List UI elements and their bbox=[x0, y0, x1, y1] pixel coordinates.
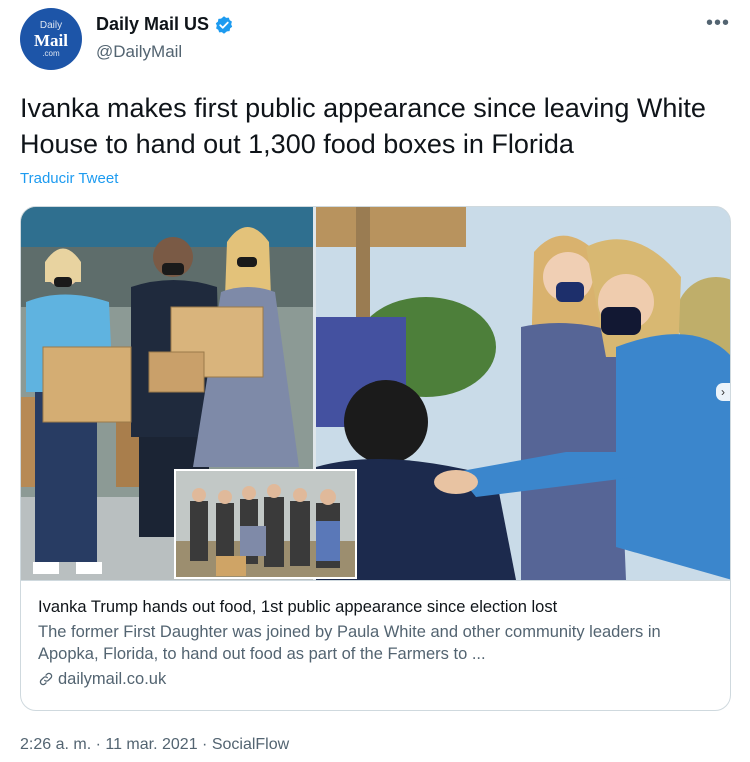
card-domain: dailymail.co.uk bbox=[58, 670, 167, 688]
more-options-icon[interactable]: ••• bbox=[706, 12, 730, 35]
verified-badge-icon bbox=[215, 15, 233, 34]
meta-separator-1: · bbox=[91, 736, 106, 753]
handle[interactable]: @DailyMail bbox=[96, 42, 182, 62]
volunteers-photo bbox=[316, 207, 730, 580]
card-title: Ivanka Trump hands out food, 1st public … bbox=[38, 598, 558, 616]
tweet: Daily Mail .com Daily Mail US @DailyMail… bbox=[0, 0, 750, 762]
link-card[interactable]: › Ivanka Trump hands out food, 1st publi… bbox=[20, 206, 731, 711]
avatar-line-2: Mail bbox=[34, 30, 68, 50]
tweet-meta: 2:26 a. m. · 11 mar. 2021 · SocialFlow bbox=[20, 736, 289, 754]
translate-tweet-link[interactable]: Traducir Tweet bbox=[20, 170, 118, 187]
link-icon bbox=[39, 672, 53, 686]
tweet-source[interactable]: SocialFlow bbox=[212, 736, 289, 753]
avatar[interactable]: Daily Mail .com bbox=[20, 8, 82, 70]
card-domain-row: dailymail.co.uk bbox=[38, 668, 715, 690]
meta-separator-2: · bbox=[197, 736, 212, 753]
chevron-right-icon[interactable]: › bbox=[716, 383, 730, 401]
name-row: Daily Mail US bbox=[96, 14, 234, 35]
tweet-time[interactable]: 2:26 a. m. bbox=[20, 736, 91, 753]
tweet-date[interactable]: 11 mar. 2021 bbox=[105, 736, 197, 753]
avatar-line-3: .com bbox=[42, 48, 60, 58]
card-image[interactable]: › bbox=[21, 207, 730, 580]
card-description: The former First Daughter was joined by … bbox=[38, 623, 661, 663]
tweet-text: Ivanka makes first public appearance sin… bbox=[20, 93, 706, 159]
avatar-line-1: Daily bbox=[39, 19, 63, 31]
card-info[interactable]: Ivanka Trump hands out food, 1st public … bbox=[21, 580, 730, 710]
display-name[interactable]: Daily Mail US bbox=[96, 14, 209, 35]
group-inset-photo bbox=[174, 469, 357, 579]
